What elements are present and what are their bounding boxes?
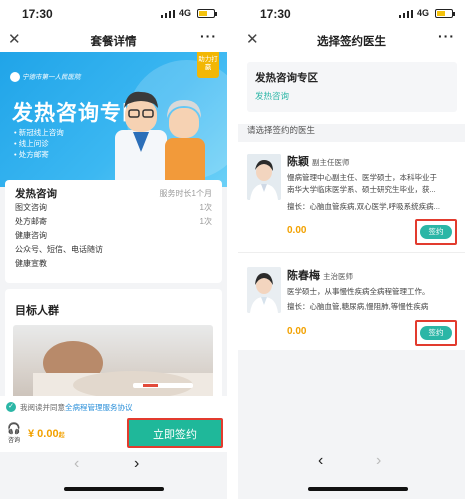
package-item: 处方邮寄 1次 bbox=[15, 217, 212, 226]
target-group-title: 目标人群 bbox=[15, 305, 59, 317]
back-arrow-icon[interactable]: ‹ bbox=[318, 452, 323, 470]
checkbox-checked-icon[interactable]: ✓ bbox=[6, 402, 16, 412]
choose-doctor-screen: 17:30 4G ✕ 选择签约医生 ··· 发热咨询专区 发热咨询 请选择签约的… bbox=[238, 0, 465, 499]
signal-icon bbox=[161, 10, 175, 18]
package-title: 发热咨询 bbox=[15, 187, 57, 200]
banner-points: • 新冠线上咨询 • 线上问诊 • 处方邮寄 bbox=[14, 127, 64, 160]
zone-title: 发热咨询专区 bbox=[255, 72, 318, 84]
sign-button[interactable]: 签约 bbox=[415, 320, 457, 346]
doctor-card[interactable]: 陈春梅 主治医师 医学硕士，从事慢性疾病全病程管理工作。 擅长：心脑血管,糖尿病,… bbox=[238, 252, 465, 355]
package-info-card: 发热咨询 服务时长1个月 图文咨询 1次 处方邮寄 1次 健康咨询 公众号、短信、电… bbox=[5, 180, 222, 283]
target-group-photo bbox=[13, 325, 213, 404]
doctor-price: 0.00 bbox=[287, 326, 307, 337]
doctor-card[interactable]: 陈颖 副主任医师 慢病管理中心副主任、医学硕士，本科毕业于 南华大学临床医学系、硕士… bbox=[238, 142, 465, 245]
package-detail-screen: 17:30 4G ✕ 套餐详情 ··· 宁德市第一人民医院 发热咨询专区 • 新… bbox=[0, 0, 227, 499]
status-time: 17:30 bbox=[260, 7, 291, 21]
zone-card: 发热咨询专区 发热咨询 bbox=[247, 62, 457, 112]
agreement-row: ✓ 我阅读并同意 全病程管理服务协议 bbox=[0, 396, 227, 418]
target-group-card: 目标人群 bbox=[5, 289, 222, 404]
package-item: 图文咨询 1次 bbox=[15, 203, 212, 212]
more-icon[interactable]: ··· bbox=[200, 28, 217, 44]
screenshot-stage: 17:30 4G ✕ 套餐详情 ··· 宁德市第一人民医院 发热咨询专区 • 新… bbox=[0, 0, 466, 499]
banner-point: • 处方邮寄 bbox=[14, 150, 49, 159]
doctor-avatar bbox=[247, 154, 281, 200]
forward-arrow-icon[interactable]: › bbox=[134, 455, 139, 473]
package-price: ¥ 0.00起 bbox=[28, 428, 65, 440]
doctor-specialty: 擅长：心脑血管疾病,双心医学,呼吸系统疾病... bbox=[287, 202, 440, 211]
package-duration: 服务时长1个月 bbox=[159, 188, 212, 198]
battery-icon bbox=[435, 9, 455, 18]
doctor-description: 医学硕士，从事慢性疾病全病程管理工作。 bbox=[287, 287, 430, 296]
more-icon[interactable]: ··· bbox=[438, 28, 455, 44]
consult-label: 咨询 bbox=[7, 438, 20, 444]
browser-pager: ‹ › bbox=[0, 452, 227, 478]
promo-banner: 宁德市第一人民医院 发热咨询专区 • 新冠线上咨询 • 线上问诊 • 处方邮寄 … bbox=[0, 52, 227, 187]
package-item: 健康宣教 bbox=[15, 259, 47, 268]
nav-bar: ✕ 选择签约医生 ··· bbox=[238, 28, 465, 52]
status-bar: 17:30 4G bbox=[238, 0, 465, 28]
network-label: 4G bbox=[416, 8, 429, 18]
home-indicator[interactable] bbox=[64, 487, 164, 491]
doctor-list: 陈颖 副主任医师 慢病管理中心副主任、医学硕士，本科毕业于 南华大学临床医学系、硕士… bbox=[238, 142, 465, 350]
forward-arrow-icon[interactable]: › bbox=[376, 452, 381, 470]
banner-tag: 助力打赢 bbox=[197, 52, 219, 78]
agreement-label: 我阅读并同意 bbox=[20, 402, 65, 412]
page-title: 选择签约医生 bbox=[317, 36, 386, 48]
hospital-logo-icon bbox=[10, 72, 20, 82]
package-item: 公众号、短信、电话随访 bbox=[15, 245, 103, 254]
agreement-link[interactable]: 全病程管理服务协议 bbox=[65, 402, 133, 413]
banner-point: • 新冠线上咨询 bbox=[14, 128, 64, 137]
headset-icon: 🎧 bbox=[7, 423, 21, 435]
doctor-specialty: 擅长：心脑血管,糖尿病,慢阻肺,等慢性疾病 bbox=[287, 302, 429, 311]
consult-button[interactable]: 🎧 咨询 bbox=[6, 423, 22, 445]
doctors-illustration bbox=[115, 91, 205, 187]
network-label: 4G bbox=[178, 8, 191, 18]
doctor-name: 陈春梅 主治医师 bbox=[287, 270, 353, 282]
banner-point: • 线上问诊 bbox=[14, 139, 49, 148]
doctor-name: 陈颖 副主任医师 bbox=[287, 156, 350, 168]
status-time: 17:30 bbox=[22, 7, 53, 21]
page-title: 套餐详情 bbox=[90, 36, 137, 48]
doctor-price: 0.00 bbox=[287, 225, 307, 236]
choose-doctor-label: 请选择签约的医生 bbox=[247, 125, 316, 135]
doctor-title: 主治医师 bbox=[323, 272, 353, 281]
package-item: 健康咨询 bbox=[15, 231, 47, 240]
sign-now-button[interactable]: 立即签约 bbox=[127, 418, 223, 448]
hospital-name: 宁德市第一人民医院 bbox=[22, 74, 81, 81]
screen-divider bbox=[229, 0, 236, 499]
battery-icon bbox=[197, 9, 217, 18]
doctor-avatar bbox=[247, 267, 281, 313]
zone-subtitle: 发热咨询 bbox=[255, 91, 290, 101]
nav-bar: ✕ 套餐详情 ··· bbox=[0, 28, 227, 52]
signal-icon bbox=[399, 10, 413, 18]
home-indicator[interactable] bbox=[308, 487, 408, 491]
bottom-action-bar: 🎧 咨询 ¥ 0.00起 立即签约 bbox=[0, 418, 227, 452]
back-arrow-icon[interactable]: ‹ bbox=[74, 455, 79, 473]
sign-button[interactable]: 签约 bbox=[415, 219, 457, 245]
doctor-description: 慢病管理中心副主任、医学硕士，本科毕业于 南华大学临床医学系、硕士研究生毕业，获.… bbox=[287, 173, 437, 194]
status-bar: 17:30 4G bbox=[0, 0, 227, 28]
doctor-title: 副主任医师 bbox=[312, 158, 350, 167]
